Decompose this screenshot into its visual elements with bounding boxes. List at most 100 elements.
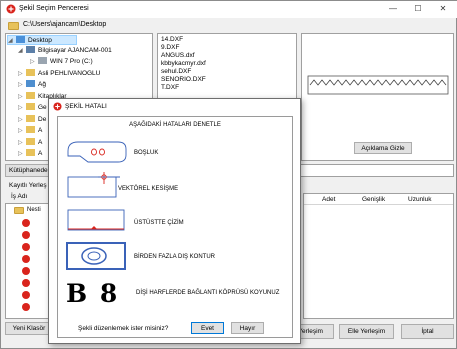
expand-icon: ▷	[18, 82, 23, 88]
layout-icon[interactable]	[22, 291, 30, 299]
saved-layouts-label: Kayıtlı Yerleş	[9, 182, 47, 189]
tree-label: Ge	[38, 104, 47, 111]
layout-icon[interactable]	[22, 255, 30, 263]
folder-icon	[26, 126, 35, 133]
preview-shape	[307, 75, 449, 95]
collapse-icon: ◢	[8, 38, 13, 44]
network-icon	[26, 80, 35, 87]
tree-label: Nesti	[27, 207, 41, 213]
expand-icon: ▷	[18, 94, 23, 100]
tree-label: A	[38, 127, 43, 134]
computer-icon	[26, 46, 35, 53]
tree-item-folder[interactable]: ▷ Ge	[18, 103, 47, 113]
column-header-adet[interactable]: Adet	[322, 196, 335, 203]
shape-error-dialog: ŞEKİL HATALI AŞAĞIDAKİ HATALARI DENETLE …	[48, 98, 301, 344]
folder-icon	[26, 138, 35, 145]
multiple-contour-example-icon	[66, 242, 126, 270]
file-item[interactable]: sehul.DXF	[161, 68, 191, 76]
expand-icon: ▷	[30, 59, 35, 65]
window-title: Şekil Seçim Penceresi	[19, 5, 89, 12]
dialog-title: ŞEKİL HATALI	[65, 103, 107, 110]
table-header: Adet Genişlik Uzunluk	[304, 194, 453, 205]
folder-icon	[26, 92, 35, 99]
no-button[interactable]: Hayır	[231, 322, 264, 334]
shape-preview: Açıklama Gizle	[301, 33, 454, 161]
error-label: BİRDEN FAZLA DIŞ KONTUR	[134, 254, 216, 260]
error-label: DİŞİ HARFLERDE BAĞLANTI KÖPRÜSÜ KOYUNUZ	[136, 290, 280, 296]
expand-icon: ▷	[18, 151, 23, 157]
layout-icon[interactable]	[22, 243, 30, 251]
folder-icon	[26, 149, 35, 156]
folder-icon	[26, 69, 35, 76]
column-header-uzunluk[interactable]: Uzunluk	[408, 196, 431, 203]
tree-label: A	[38, 139, 43, 146]
new-folder-button[interactable]: Yeni Klasör	[5, 322, 53, 335]
bridge-example-text: B 8	[66, 279, 120, 308]
overlap-example-icon	[67, 209, 125, 231]
tree-label: Bilgisayar AJANCAM-001	[38, 47, 112, 54]
error-label: ÜSTÜSTTE ÇİZİM	[134, 220, 184, 226]
tree-item-folder[interactable]: ▷ De	[18, 115, 46, 125]
tree-item-network[interactable]: ▷ Ağ	[18, 80, 46, 90]
dialog-body: AŞAĞIDAKİ HATALARI DENETLE BOŞLUK VEKTÖR…	[57, 116, 293, 338]
layout-icon[interactable]	[22, 267, 30, 275]
file-item[interactable]: T.DXF	[161, 84, 179, 92]
app-icon	[6, 4, 16, 14]
layout-icon[interactable]	[22, 219, 30, 227]
tree-label: De	[38, 116, 47, 123]
file-item[interactable]: SENORIO.DXF	[161, 76, 206, 84]
folder-icon	[26, 115, 35, 122]
expand-icon: ▷	[18, 71, 23, 77]
hide-description-button[interactable]: Açıklama Gizle	[354, 142, 412, 154]
tree-item-user[interactable]: ▷ Asli PEHLIVANOGLU	[18, 69, 100, 79]
tree-label: Desktop	[28, 37, 52, 44]
layout-icon[interactable]	[22, 303, 30, 311]
layout-icon[interactable]	[22, 231, 30, 239]
expand-icon: ▷	[18, 105, 23, 111]
desktop-icon	[16, 36, 25, 43]
tree-item-folder[interactable]: ▷ A	[18, 138, 42, 148]
layout-icon[interactable]	[22, 279, 30, 287]
dialog-title-bar: ŞEKİL HATALI	[49, 99, 300, 114]
parts-table[interactable]: Adet Genişlik Uzunluk	[303, 193, 454, 319]
intersection-example-icon	[67, 172, 120, 198]
file-item[interactable]: ANGUS.dxf	[161, 52, 195, 60]
folder-icon	[8, 22, 19, 30]
tree-item-folder[interactable]: ▷ A	[18, 149, 42, 159]
current-path: C:\Users\ajancam\Desktop	[23, 21, 107, 28]
file-item[interactable]: 9.DXF	[161, 44, 179, 52]
edit-question: Şekli düzenlemek ister misiniz?	[78, 325, 169, 332]
error-label: BOŞLUK	[134, 150, 159, 156]
file-item[interactable]: kbbykacmyr.dxf	[161, 60, 206, 68]
tree-item-folder[interactable]: ▷ A	[18, 126, 42, 136]
tree-label: WIN 7 Pro (C:)	[50, 58, 93, 65]
yes-button[interactable]: Evet	[191, 322, 224, 334]
close-button[interactable]: ✕	[434, 1, 452, 17]
column-header-genislik[interactable]: Genişlik	[362, 196, 385, 203]
path-bar: C:\Users\ajancam\Desktop	[5, 21, 454, 31]
gap-example-icon	[67, 141, 127, 163]
drive-icon	[38, 57, 47, 64]
tree-item-desktop[interactable]: ◢ Desktop	[7, 35, 77, 45]
saved-layouts-list[interactable]: Nesti	[5, 203, 49, 319]
job-name-label: İş Adı	[11, 193, 28, 200]
title-bar: Şekil Seçim Penceresi — ☐ ✕	[1, 1, 457, 18]
folder-icon	[14, 207, 24, 214]
dialog-heading: AŞAĞIDAKİ HATALARI DENETLE	[129, 122, 221, 128]
tree-label: Ağ	[38, 81, 46, 88]
tree-label: Asli PEHLIVANOGLU	[38, 70, 101, 77]
app-icon	[53, 102, 62, 111]
tree-item-computer[interactable]: ◢ Bilgisayar AJANCAM-001	[18, 46, 112, 56]
minimize-button[interactable]: —	[384, 1, 402, 17]
expand-icon: ▷	[18, 140, 23, 146]
maximize-button[interactable]: ☐	[409, 1, 427, 17]
folder-icon	[26, 103, 35, 110]
collapse-icon: ◢	[18, 48, 23, 54]
manual-layout-button[interactable]: Elle Yerleşim	[339, 324, 394, 339]
expand-icon: ▷	[18, 128, 23, 134]
cancel-button[interactable]: İptal	[401, 324, 454, 339]
file-item[interactable]: 14.DXF	[161, 36, 183, 44]
tree-label: A	[38, 150, 43, 157]
expand-icon: ▷	[18, 117, 23, 123]
tree-item-drive[interactable]: ▷ WIN 7 Pro (C:)	[30, 57, 93, 67]
